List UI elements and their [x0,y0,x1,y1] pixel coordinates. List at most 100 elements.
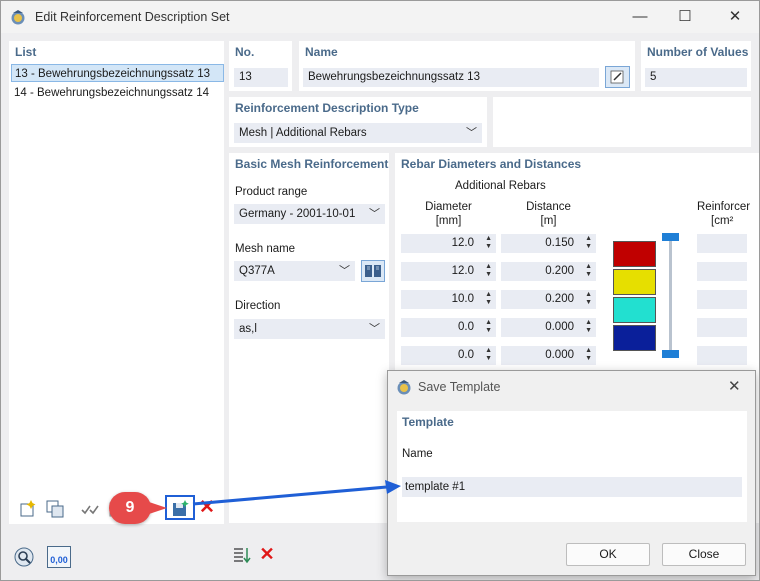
product-range-select[interactable]: Germany - 2001-10-01 ﹀ [234,204,385,224]
library-book-icon [365,265,381,277]
list-item-14[interactable]: 14 - Bewehrungsbezeichnungssatz 14 [11,84,224,102]
mesh-name-select[interactable]: Q377A ﹀ [234,261,355,281]
reinforcement-unit: [cm² [711,215,734,227]
diameter-unit: [mm] [435,215,462,227]
close-button[interactable]: Close [662,543,746,566]
mesh-library-button[interactable] [361,260,385,282]
diameter-cell[interactable]: 0.0 ▲ ▼ [401,318,496,337]
distance-cell[interactable]: 0.150 ▲ ▼ [501,234,596,253]
chevron-down-icon: ﹀ [369,208,380,220]
spinner-icon[interactable]: ▲ ▼ [585,347,592,363]
reinforcement-cell [697,346,747,365]
sort-list-icon[interactable] [231,545,253,567]
save-template-icon [173,500,189,516]
edit-reinforcement-window: Edit Reinforcement Description Set — ☐ ✕… [0,0,760,581]
distance-cell[interactable]: 0.000 ▲ ▼ [501,318,596,337]
diameter-header: Diameter [425,201,472,213]
list-panel: List [9,41,224,524]
number-of-values-title: Number of Values [647,45,749,59]
check-list-icon[interactable] [79,498,101,520]
direction-value: as,l [239,323,257,335]
description-type-value: Mesh | Additional Rebars [239,127,367,139]
chevron-down-icon: ﹀ [369,323,380,335]
window-title: Edit Reinforcement Description Set [35,10,230,24]
spinner-icon[interactable]: ▲ ▼ [585,235,592,251]
edit-pencil-icon [610,70,624,84]
template-name-field[interactable]: template #1 [402,477,742,497]
spinner-icon[interactable]: ▲ ▼ [485,347,492,363]
delete-all-icon[interactable]: ✕ [257,544,277,564]
template-name-label: Name [402,448,433,460]
color-swatch-red [613,241,656,267]
diameter-cell[interactable]: 12.0 ▲ ▼ [401,234,496,253]
mesh-name-label: Mesh name [235,243,296,255]
callout-badge: 9 [109,492,151,524]
callout-pointer [149,502,167,514]
reinforcement-cell [697,234,747,253]
name-title: Name [305,45,338,59]
reinforcement-cell [697,262,747,281]
spinner-icon[interactable]: ▲ ▼ [485,235,492,251]
mesh-name-value: Q377A [239,265,275,277]
reinforcement-cell [697,290,747,309]
list-item-13[interactable]: 13 - Bewehrungsbezeichnungssatz 13 [11,64,224,82]
color-swatch-yellow [613,269,656,295]
basic-mesh-title: Basic Mesh Reinforcement [235,157,389,171]
dialog-close-icon[interactable]: ✕ [728,377,741,395]
number-of-values-field: 5 [645,68,747,87]
rebar-title: Rebar Diameters and Distances [401,157,582,171]
reinforcement-header: Reinforcer [697,201,751,213]
no-title: No. [235,45,255,59]
new-item-icon[interactable] [17,498,39,520]
empty-panel [493,97,751,147]
distance-header: Distance [526,201,571,213]
annotation-arrow [192,480,401,506]
maximize-button[interactable]: ☐ [665,5,705,29]
distance-cell[interactable]: 0.000 ▲ ▼ [501,346,596,365]
reinforcement-cell [697,318,747,337]
spinner-icon[interactable]: ▲ ▼ [585,319,592,335]
diameter-cell[interactable]: 0.0 ▲ ▼ [401,346,496,365]
diameter-cell[interactable]: 10.0 ▲ ▼ [401,290,496,309]
edit-name-button[interactable] [605,66,630,88]
dialog-title: Save Template [418,380,501,394]
diameter-cell[interactable]: 12.0 ▲ ▼ [401,262,496,281]
chevron-down-icon: ﹀ [466,127,477,139]
ok-button[interactable]: OK [566,543,650,566]
name-field[interactable]: Bewehrungsbezeichnungssatz 13 [303,68,599,87]
slider-handle-bottom[interactable] [662,350,679,358]
app-icon [397,380,411,395]
additional-rebars-header: Additional Rebars [455,180,546,192]
description-type-select[interactable]: Mesh | Additional Rebars ﹀ [234,123,482,143]
list-title: List [15,45,37,59]
color-swatch-blue [613,325,656,351]
slider-handle-top[interactable] [662,233,679,241]
close-window-button[interactable]: ✕ [715,5,755,29]
spinner-icon[interactable]: ▲ ▼ [485,291,492,307]
direction-label: Direction [235,300,281,312]
direction-select[interactable]: as,l ﹀ [234,319,385,339]
color-swatch-cyan [613,297,656,323]
description-type-title: Reinforcement Description Type [235,101,419,115]
no-field[interactable]: 13 [234,68,288,87]
minimize-button[interactable]: — [620,5,660,29]
distance-cell[interactable]: 0.200 ▲ ▼ [501,290,596,309]
template-panel: Template Name template #1 [397,411,747,522]
app-icon [11,10,25,25]
distance-cell[interactable]: 0.200 ▲ ▼ [501,262,596,281]
search-icon[interactable] [13,546,35,568]
spinner-icon[interactable]: ▲ ▼ [485,263,492,279]
units-decimals-icon[interactable]: 0,00 [47,546,71,568]
template-title: Template [402,415,454,429]
title-bar: Edit Reinforcement Description Set — ☐ ✕ [1,1,759,33]
copy-item-icon[interactable] [44,498,66,520]
chevron-down-icon: ﹀ [339,265,350,277]
value-slider-track[interactable] [669,237,672,357]
save-template-dialog: Save Template ✕ Template Name template #… [387,370,756,576]
spinner-icon[interactable]: ▲ ▼ [585,263,592,279]
spinner-icon[interactable]: ▲ ▼ [485,319,492,335]
product-range-value: Germany - 2001-10-01 [239,208,356,220]
distance-unit: [m] [540,215,557,227]
spinner-icon[interactable]: ▲ ▼ [585,291,592,307]
product-range-label: Product range [235,186,308,198]
